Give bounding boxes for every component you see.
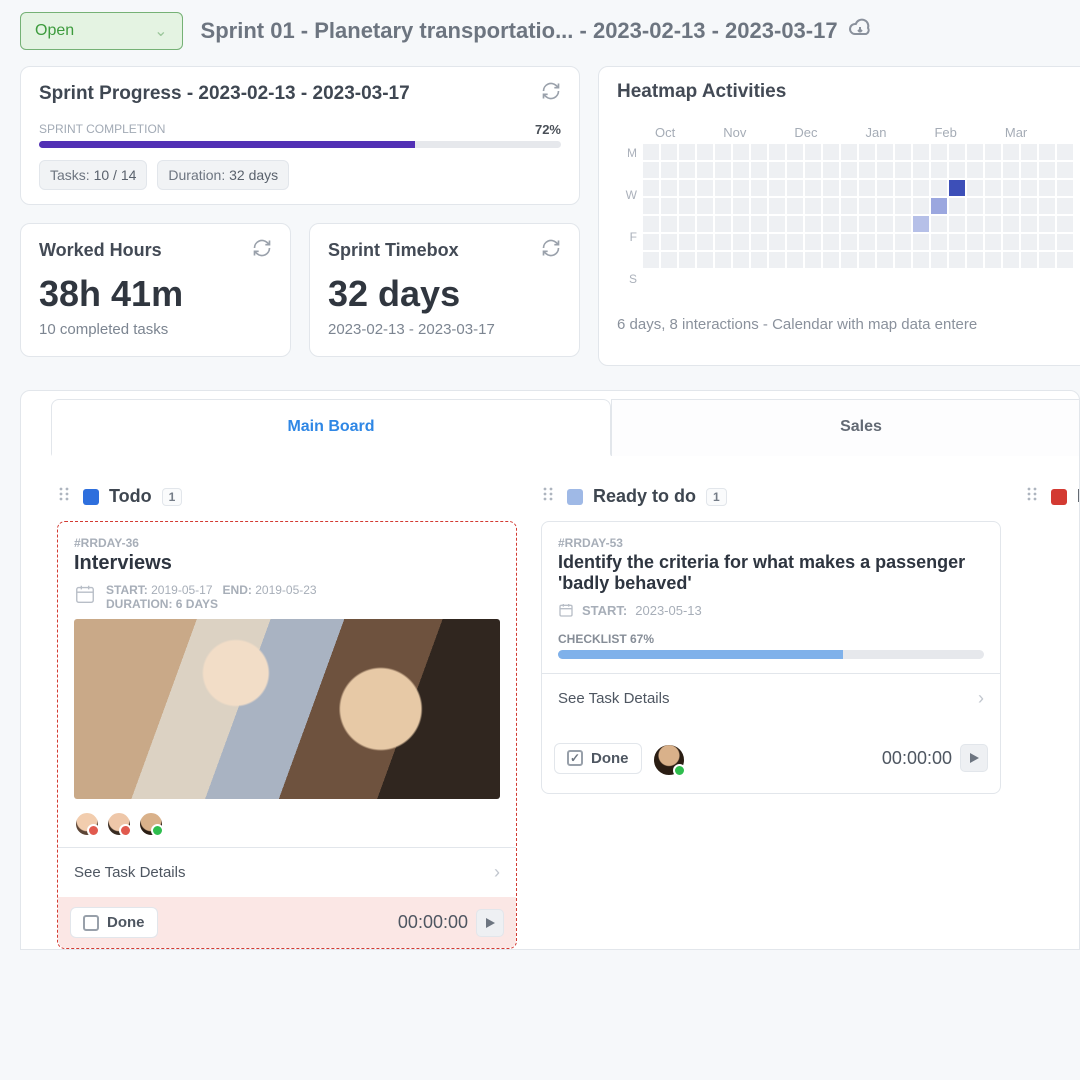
drag-handle-icon[interactable] xyxy=(541,486,557,507)
sprint-progress-card: Sprint Progress - 2023-02-13 - 2023-03-1… xyxy=(20,66,580,205)
checkbox-icon xyxy=(83,915,99,931)
timebox-sub: 2023-02-13 - 2023-03-17 xyxy=(328,321,561,338)
status-label: Open xyxy=(35,22,74,40)
drag-handle-icon[interactable] xyxy=(1025,486,1041,507)
tasks-chip: Tasks: 10 / 14 xyxy=(39,160,147,190)
tab-sales[interactable]: Sales xyxy=(611,399,1080,456)
task-start-label: START: xyxy=(106,583,148,597)
completion-bar xyxy=(39,141,561,148)
column-header-ready[interactable]: Ready to do 1 xyxy=(541,486,1001,507)
see-task-details[interactable]: See Task Details › xyxy=(58,847,516,897)
checklist-bar xyxy=(558,650,984,659)
avatar[interactable] xyxy=(138,811,164,837)
chevron-down-icon: ⌄ xyxy=(154,21,167,41)
column-color-icon xyxy=(83,489,99,505)
details-label: See Task Details xyxy=(558,690,669,707)
completion-label: SPRINT COMPLETION xyxy=(39,122,165,137)
task-title: Interviews xyxy=(74,552,500,575)
calendar-icon xyxy=(74,583,96,605)
task-id: #RRDAY-53 xyxy=(558,536,984,550)
page-title-text: Sprint 01 - Planetary transportatio... -… xyxy=(201,18,838,44)
status-dropdown[interactable]: Open ⌄ xyxy=(20,12,183,50)
task-duration: DURATION: 6 DAYS xyxy=(106,597,317,611)
page-title: Sprint 01 - Planetary transportatio... -… xyxy=(201,16,872,46)
done-button[interactable]: Done xyxy=(70,907,158,938)
play-button[interactable] xyxy=(960,744,988,772)
timer-value: 00:00:00 xyxy=(398,912,468,933)
sprint-progress-title: Sprint Progress - 2023-02-13 - 2023-03-1… xyxy=(39,83,410,105)
cloud-download-icon[interactable] xyxy=(848,16,872,46)
column-header-inprogress[interactable]: In xyxy=(1025,486,1080,507)
timebox-title: Sprint Timebox xyxy=(328,240,459,261)
refresh-icon[interactable] xyxy=(252,238,272,263)
duration-chip-label: Duration: xyxy=(168,167,225,183)
chevron-right-icon: › xyxy=(494,862,500,883)
column-count: 1 xyxy=(162,488,183,506)
timebox-value: 32 days xyxy=(328,273,561,315)
column-color-icon xyxy=(567,489,583,505)
column-name: Todo xyxy=(109,486,152,507)
tasks-chip-value: 10 / 14 xyxy=(94,167,137,183)
task-start: 2023-05-13 xyxy=(635,603,702,618)
timebox-card: Sprint Timebox 32 days 2023-02-13 - 2023… xyxy=(309,223,580,357)
duration-chip: Duration: 32 days xyxy=(157,160,289,190)
refresh-icon[interactable] xyxy=(541,238,561,263)
task-card[interactable]: #RRDAY-36 Interviews START: 2019-05-17 E… xyxy=(57,521,517,949)
task-thumbnail xyxy=(74,619,500,799)
avatar[interactable] xyxy=(652,743,686,777)
done-label: Done xyxy=(107,914,145,931)
task-start-label: START: xyxy=(582,603,627,618)
heatmap-note: 6 days, 8 interactions - Calendar with m… xyxy=(617,316,1073,333)
task-end-label: END: xyxy=(223,583,252,597)
done-button[interactable]: Done xyxy=(554,743,642,774)
worked-hours-card: Worked Hours 38h 41m 10 completed tasks xyxy=(20,223,291,357)
heatmap-grid[interactable] xyxy=(643,144,1073,286)
drag-handle-icon[interactable] xyxy=(57,486,73,507)
chevron-right-icon: › xyxy=(978,688,984,709)
details-label: See Task Details xyxy=(74,864,185,881)
worked-hours-value: 38h 41m xyxy=(39,273,272,315)
calendar-icon xyxy=(558,602,574,618)
task-start: 2019-05-17 xyxy=(151,583,212,597)
heatmap-months: OctNovDecJanFebMar xyxy=(655,125,1073,140)
checkbox-checked-icon xyxy=(567,750,583,766)
column-color-icon xyxy=(1051,489,1067,505)
see-task-details[interactable]: See Task Details › xyxy=(542,673,1000,723)
column-name: Ready to do xyxy=(593,486,696,507)
duration-chip-value: 32 days xyxy=(229,167,278,183)
heatmap-day-labels: MWFS xyxy=(617,144,637,286)
play-button[interactable] xyxy=(476,909,504,937)
task-card[interactable]: #RRDAY-53 Identify the criteria for what… xyxy=(541,521,1001,794)
worked-hours-sub: 10 completed tasks xyxy=(39,321,272,338)
done-label: Done xyxy=(591,750,629,767)
board-panel: Main Board Sales Todo 1 #RRDAY-36 Interv… xyxy=(20,390,1080,950)
column-header-todo[interactable]: Todo 1 xyxy=(57,486,517,507)
column-count: 1 xyxy=(706,488,727,506)
refresh-icon[interactable] xyxy=(541,81,561,106)
task-end: 2019-05-23 xyxy=(255,583,316,597)
timer-value: 00:00:00 xyxy=(882,748,952,769)
task-id: #RRDAY-36 xyxy=(74,536,500,550)
avatar[interactable] xyxy=(74,811,100,837)
task-avatars xyxy=(74,811,500,837)
heatmap-title: Heatmap Activities xyxy=(617,81,1073,103)
avatar[interactable] xyxy=(106,811,132,837)
worked-hours-title: Worked Hours xyxy=(39,240,162,261)
tab-main-board[interactable]: Main Board xyxy=(51,399,611,456)
completion-percent: 72% xyxy=(535,122,561,137)
task-title: Identify the criteria for what makes a p… xyxy=(558,552,984,594)
tasks-chip-label: Tasks: xyxy=(50,167,90,183)
checklist-label: CHECKLIST 67% xyxy=(558,632,984,646)
heatmap-card: Heatmap Activities OctNovDecJanFebMar MW… xyxy=(598,66,1080,366)
